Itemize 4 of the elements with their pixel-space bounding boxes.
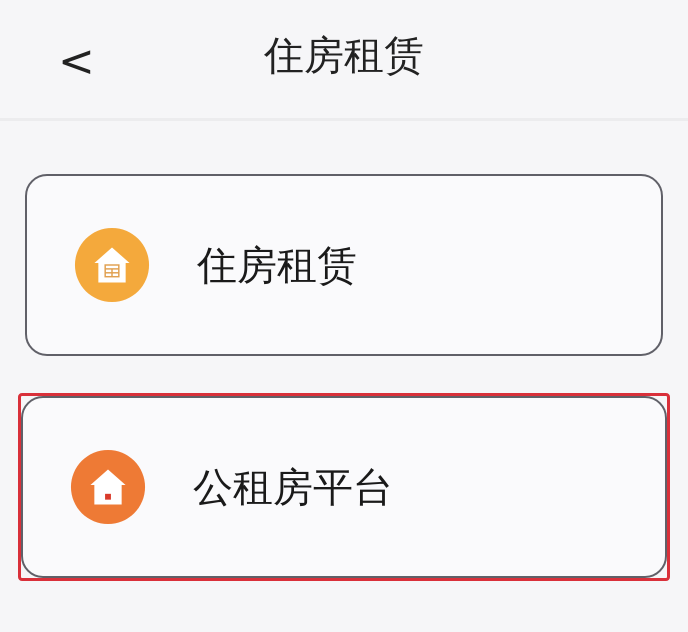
page-title: 住房租赁: [264, 32, 424, 80]
menu-card[interactable]: 公租房平台: [21, 396, 667, 578]
menu-card[interactable]: 住房租赁: [25, 174, 663, 356]
back-button[interactable]: <: [58, 36, 95, 87]
